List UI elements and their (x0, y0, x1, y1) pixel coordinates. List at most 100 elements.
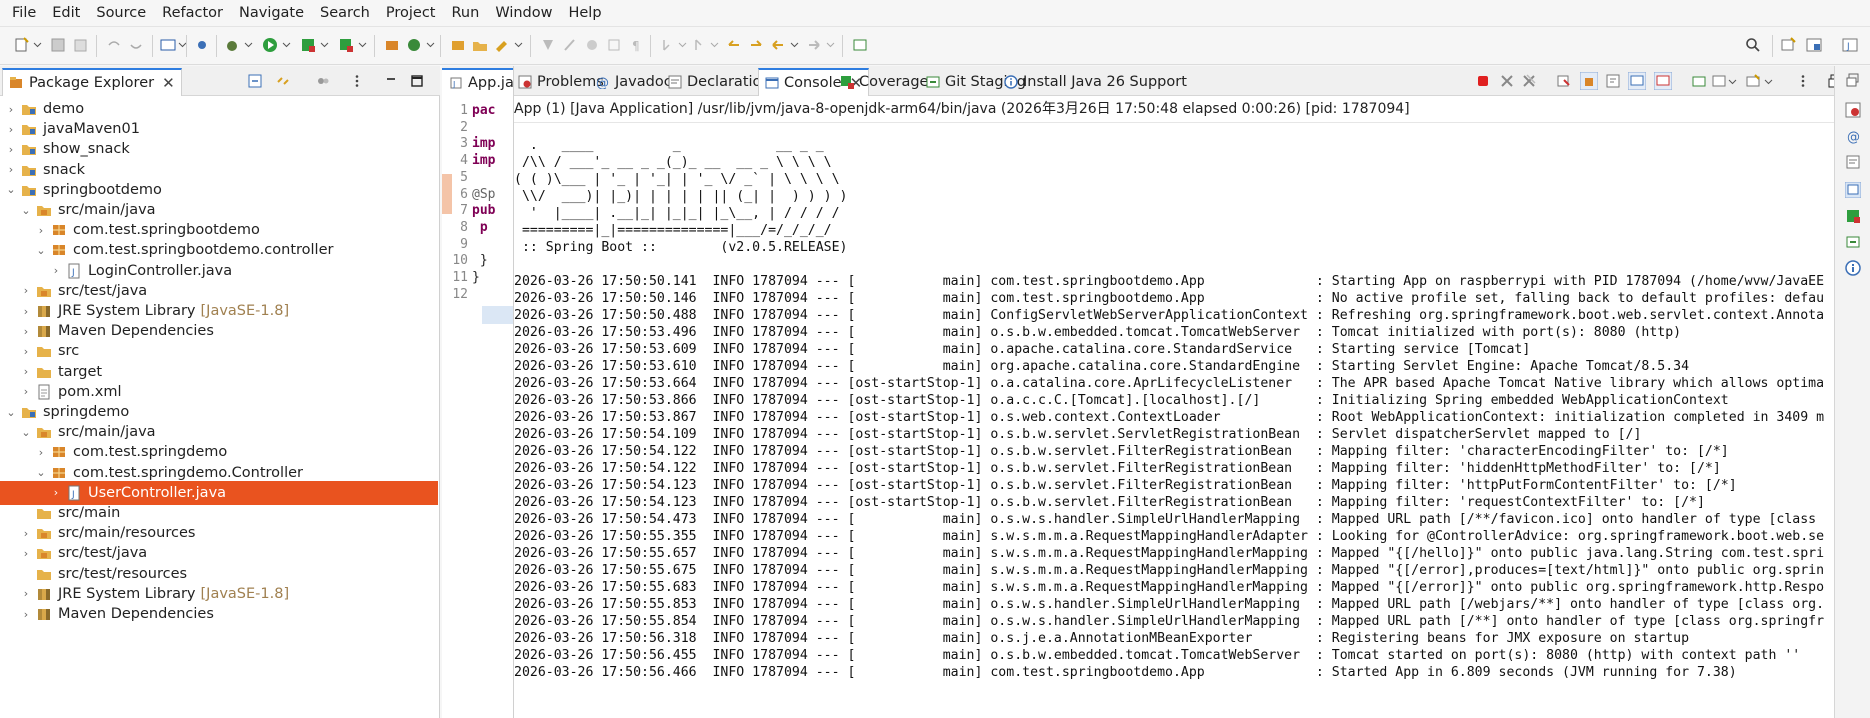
remove-launch-icon[interactable] (1500, 74, 1514, 88)
restore-icon[interactable] (1845, 72, 1861, 88)
chevron-down-icon[interactable] (678, 40, 687, 49)
search-tool-icon[interactable] (494, 37, 510, 53)
save-icon[interactable] (50, 37, 66, 53)
new-class-icon[interactable] (406, 37, 422, 53)
view-menu-icon[interactable] (350, 74, 364, 88)
maximize-icon[interactable] (410, 74, 424, 88)
at-icon[interactable]: @ (1845, 128, 1861, 144)
undo-icon[interactable] (106, 37, 122, 53)
back-icon[interactable] (770, 37, 786, 53)
new-java-project-icon[interactable] (384, 37, 400, 53)
chevron-down-icon[interactable]: ⌄ (19, 204, 33, 217)
chevron-right-icon[interactable]: › (4, 103, 18, 116)
menu-search[interactable]: Search (312, 0, 378, 27)
tree-item[interactable]: › Maven Dependencies (0, 602, 438, 626)
menu-help[interactable]: Help (560, 0, 609, 27)
chevron-right-icon[interactable]: › (34, 224, 48, 237)
tab-javadoc[interactable]: @ Javadoc (596, 68, 672, 96)
toggle-breakpoint-icon[interactable] (194, 37, 210, 53)
menu-navigate[interactable]: Navigate (231, 0, 312, 27)
tab-install-java-26-support[interactable]: Install Java 26 Support (1004, 68, 1187, 96)
show-console-on-stdout-icon[interactable] (1628, 72, 1646, 90)
bookmark-icon[interactable] (748, 37, 764, 53)
chevron-right-icon[interactable]: › (49, 486, 63, 499)
menu-run[interactable]: Run (444, 0, 488, 27)
problems-icon[interactable] (1845, 102, 1861, 118)
chevron-right-icon[interactable]: › (19, 385, 33, 398)
pin-editor-icon[interactable] (852, 37, 868, 53)
save-all-icon[interactable] (72, 37, 88, 53)
chevron-right-icon[interactable]: › (19, 587, 33, 600)
next-annotation-icon[interactable] (660, 37, 676, 53)
declaration-icon[interactable] (1845, 154, 1861, 170)
chevron-right-icon[interactable]: › (19, 547, 33, 560)
debug-icon[interactable] (224, 37, 240, 53)
java-editor[interactable]: J App.ja 1 pac 2 3 imp 4 imp 5 6 @Sp 7 pub 8 p 9 10 } 1… (442, 66, 514, 718)
tab-declaration[interactable]: Declaration (668, 68, 771, 96)
tab-coverage[interactable]: Coverage (840, 68, 928, 96)
console-icon[interactable] (1845, 182, 1861, 198)
chevron-down-icon[interactable]: ⌄ (4, 406, 18, 419)
chevron-right-icon[interactable]: › (19, 345, 33, 358)
annotation-icon[interactable] (540, 37, 556, 53)
chevron-right-icon[interactable]: › (4, 163, 18, 176)
open-console-icon[interactable] (1746, 74, 1760, 88)
chevron-right-icon[interactable]: › (19, 305, 33, 318)
edit-pen-icon[interactable] (562, 37, 578, 53)
coverage-run-icon[interactable] (300, 37, 316, 53)
open-perspective-icon[interactable] (1780, 37, 1796, 53)
external-tools-icon[interactable] (338, 37, 354, 53)
search-icon[interactable] (1745, 37, 1761, 53)
link-with-editor-icon[interactable] (276, 74, 290, 88)
mark-occurrences-icon[interactable] (584, 37, 600, 53)
word-wrap-icon[interactable] (1606, 74, 1620, 88)
clear-console-icon[interactable] (1556, 74, 1570, 88)
chevron-down-icon[interactable] (426, 40, 435, 49)
show-console-on-stderr-icon[interactable] (1654, 72, 1672, 90)
coverage-icon[interactable] (1845, 208, 1861, 224)
chevron-down-icon[interactable]: ⌄ (19, 426, 33, 439)
chevron-right-icon[interactable]: › (4, 123, 18, 136)
chevron-down-icon[interactable] (320, 40, 329, 49)
git-icon[interactable] (1845, 234, 1861, 250)
minimize-icon[interactable] (384, 74, 398, 88)
chevron-down-icon[interactable] (244, 40, 253, 49)
open-folder-icon[interactable] (472, 37, 488, 53)
open-type-icon[interactable] (450, 37, 466, 53)
last-edit-icon[interactable] (726, 37, 742, 53)
console-output[interactable]: . ____ _ __ _ _ /\\ / ___'_ __ _ _(_)_ _… (514, 122, 1834, 718)
chevron-right-icon[interactable]: › (19, 284, 33, 297)
chevron-right-icon[interactable]: › (34, 446, 48, 459)
menu-file[interactable]: File (4, 0, 44, 27)
terminal-icon[interactable] (160, 37, 176, 53)
forward-icon[interactable] (806, 37, 822, 53)
menu-project[interactable]: Project (378, 0, 444, 27)
chevron-down-icon[interactable] (358, 40, 367, 49)
java-perspective-icon[interactable]: J (1842, 37, 1858, 53)
run-icon[interactable] (262, 37, 278, 53)
chevron-right-icon[interactable]: › (4, 143, 18, 156)
info-icon[interactable] (1845, 260, 1861, 276)
display-selected-console-icon[interactable] (1712, 74, 1726, 88)
scroll-lock-icon[interactable] (1580, 72, 1598, 90)
tab-problems[interactable]: Problems (518, 68, 604, 96)
show-whitespace-icon[interactable]: ¶ (628, 37, 644, 53)
chevron-down-icon[interactable] (826, 40, 835, 49)
chevron-right-icon[interactable]: › (49, 264, 63, 277)
block-select-icon[interactable] (606, 37, 622, 53)
remove-all-terminated-icon[interactable] (1522, 74, 1536, 88)
chevron-right-icon[interactable]: › (19, 325, 33, 338)
new-file-icon[interactable] (14, 37, 30, 53)
chevron-right-icon[interactable]: › (19, 608, 33, 621)
terminate-icon[interactable] (1476, 74, 1490, 88)
chevron-down-icon[interactable] (514, 40, 523, 49)
chevron-right-icon[interactable]: › (19, 527, 33, 540)
chevron-down-icon[interactable]: ⌄ (34, 244, 48, 257)
menu-source[interactable]: Source (88, 0, 154, 27)
collapse-all-icon[interactable] (248, 74, 262, 88)
menu-edit[interactable]: Edit (44, 0, 88, 27)
chevron-down-icon[interactable] (710, 40, 719, 49)
chevron-down-icon[interactable] (1764, 77, 1773, 86)
previous-annotation-icon[interactable] (692, 37, 708, 53)
tab-package-explorer[interactable]: Package Explorer ✕ (2, 68, 182, 96)
